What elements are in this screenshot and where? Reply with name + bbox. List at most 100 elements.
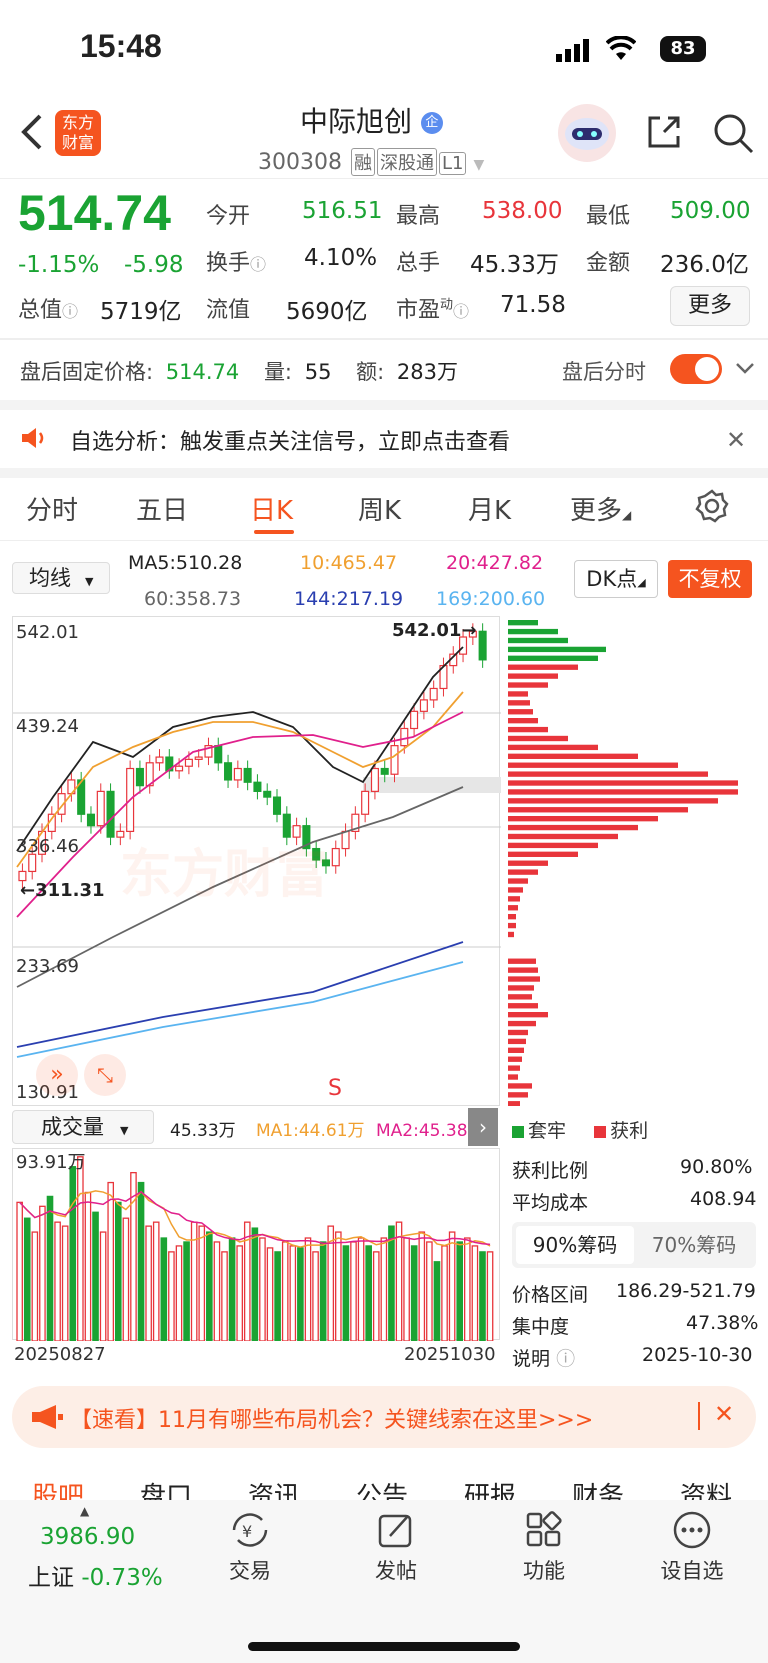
subtab-notice[interactable]: 公告 — [356, 1476, 408, 1500]
close-icon[interactable]: ✕ — [726, 426, 746, 454]
tab-chip70[interactable]: 70%筹码 — [636, 1226, 752, 1264]
chip-bar — [508, 1012, 548, 1018]
info-icon[interactable]: ⓘ — [453, 302, 469, 321]
volume-bar — [335, 1231, 342, 1342]
subtab-profile[interactable]: 资料 — [680, 1476, 732, 1500]
kline-watermark: 东方财富 — [120, 845, 329, 905]
subtab-finance[interactable]: 财务 — [572, 1476, 624, 1500]
chip-bar — [508, 735, 568, 742]
svg-text:¥: ¥ — [242, 1522, 252, 1541]
candle — [233, 767, 242, 781]
afterhours-price: 514.74 — [165, 360, 240, 384]
volume-next-icon[interactable]: › — [468, 1108, 498, 1146]
candle — [194, 756, 203, 760]
megaphone-icon — [30, 1404, 64, 1434]
afterhours-vol: 55 — [304, 360, 332, 384]
volume-bar — [281, 1241, 289, 1342]
kline-min-value: 311.31 — [35, 880, 105, 901]
more-button[interactable]: 更多 — [670, 286, 750, 326]
chip-bar — [508, 673, 558, 679]
avg-cost-label: 平均成本 — [512, 1192, 589, 1214]
promo-banner[interactable]: 【速看】11月有哪些布局机会？关键线索在这里>>> ✕ — [12, 1386, 756, 1448]
subtab-news[interactable]: 资讯 — [248, 1476, 300, 1500]
candle — [429, 687, 438, 701]
dropdown-icon[interactable]: ▼ — [473, 157, 484, 173]
chip-legend: 套牢 获利 — [512, 1116, 648, 1143]
ma-selector-label: 均线 — [29, 566, 71, 590]
tab-more[interactable]: 更多◢ — [570, 490, 631, 527]
afterhours-label: 盘后固定价格: — [20, 360, 154, 384]
chip-bar — [508, 1047, 524, 1053]
divider — [0, 540, 768, 541]
subtab-research[interactable]: 研报 — [464, 1476, 516, 1500]
date-end: 20251030 — [404, 1344, 496, 1365]
tag-margin: 融 — [350, 148, 375, 176]
banner-text: 【速看】11月有哪些布局机会？关键线索在这里>>> — [70, 1408, 594, 1433]
candle — [390, 745, 399, 775]
afterhours-amt: 283万 — [396, 360, 458, 384]
wifi-icon — [605, 35, 637, 66]
candle — [478, 630, 487, 661]
index-caret-icon: ▲ — [80, 1504, 90, 1518]
stock-title: 中际旭创 企 — [300, 100, 490, 140]
turnover-value: 4.10% — [304, 245, 378, 271]
volume-max-label: 93.91万 — [16, 1152, 86, 1173]
index-row[interactable]: 上证 -0.73% — [28, 1558, 163, 1592]
volume-selector[interactable]: 成交量 ▼ — [12, 1110, 154, 1144]
search-icon[interactable] — [712, 112, 756, 160]
dk-button[interactable]: DK点◢ — [574, 560, 658, 598]
candle — [96, 790, 105, 827]
back-icon[interactable] — [18, 112, 44, 156]
chip-chart — [508, 616, 756, 1107]
nav-trade[interactable]: ¥ 交易 — [190, 1510, 310, 1585]
afterhours-toggle[interactable] — [670, 354, 722, 384]
status-time: 15:48 — [80, 28, 162, 64]
nav-post[interactable]: 发帖 — [336, 1510, 456, 1585]
volume-bar — [410, 1245, 418, 1342]
turnover-label-text: 换手 — [206, 251, 251, 276]
mktcap-value: 5719亿 — [100, 299, 182, 325]
tab-wuri[interactable]: 五日 — [136, 490, 188, 527]
subtab-guba[interactable]: 股吧 — [32, 1476, 84, 1500]
subtab-pankou[interactable]: 盘口 — [140, 1476, 192, 1500]
candle — [370, 767, 379, 792]
ma60-value: 60:358.73 — [144, 588, 242, 610]
info-icon[interactable]: ⓘ — [62, 302, 78, 321]
tab-zhouk[interactable]: 周K — [358, 490, 401, 527]
chip-bar — [508, 967, 538, 973]
nav-watch[interactable]: 设自选 — [632, 1510, 752, 1585]
high-value: 538.00 — [482, 198, 563, 224]
chevron-down-icon[interactable] — [734, 358, 756, 382]
tab-chip90[interactable]: 90%筹码 — [516, 1226, 634, 1264]
tab-more-label: 更多 — [570, 496, 623, 526]
stock-name: 中际旭创 — [300, 105, 413, 138]
volume-bar — [448, 1231, 456, 1342]
tab-fenshi[interactable]: 分时 — [26, 490, 78, 527]
conc-value: 47.38% — [686, 1312, 759, 1334]
tab-yuek[interactable]: 月K — [468, 490, 511, 527]
collapse-icon[interactable]: » — [36, 1054, 78, 1096]
mktcap-label-text: 总值 — [18, 298, 63, 323]
nav-func-label: 功能 — [523, 1559, 565, 1583]
share-icon[interactable] — [644, 112, 684, 156]
close-icon[interactable]: ✕ — [714, 1400, 734, 1428]
info-icon[interactable]: ⓘ — [556, 1348, 575, 1370]
expand-icon[interactable]: ⤡ — [84, 1054, 126, 1096]
info-icon[interactable]: ⓘ — [250, 255, 266, 274]
candle — [380, 767, 389, 775]
chip-bar — [508, 1083, 532, 1089]
volume-bar — [160, 1237, 168, 1342]
notice-bar[interactable]: 自选分析：触发重点关注信号，立即点击查看 ✕ — [0, 410, 768, 468]
volume-bar — [441, 1245, 448, 1342]
volume-bar — [206, 1231, 213, 1342]
nav-func[interactable]: 功能 — [484, 1510, 604, 1585]
current-price: 514.74 — [18, 185, 171, 241]
settings-icon[interactable] — [694, 488, 730, 528]
volume-bar — [433, 1261, 441, 1342]
tab-rik[interactable]: 日K — [250, 490, 293, 527]
fq-button[interactable]: 不复权 — [668, 560, 752, 598]
index-value[interactable]: 3986.90 — [40, 1524, 135, 1550]
assistant-avatar[interactable] — [558, 104, 616, 162]
volume-bar — [39, 1205, 46, 1342]
ma-selector[interactable]: 均线 ▼ — [12, 562, 110, 594]
